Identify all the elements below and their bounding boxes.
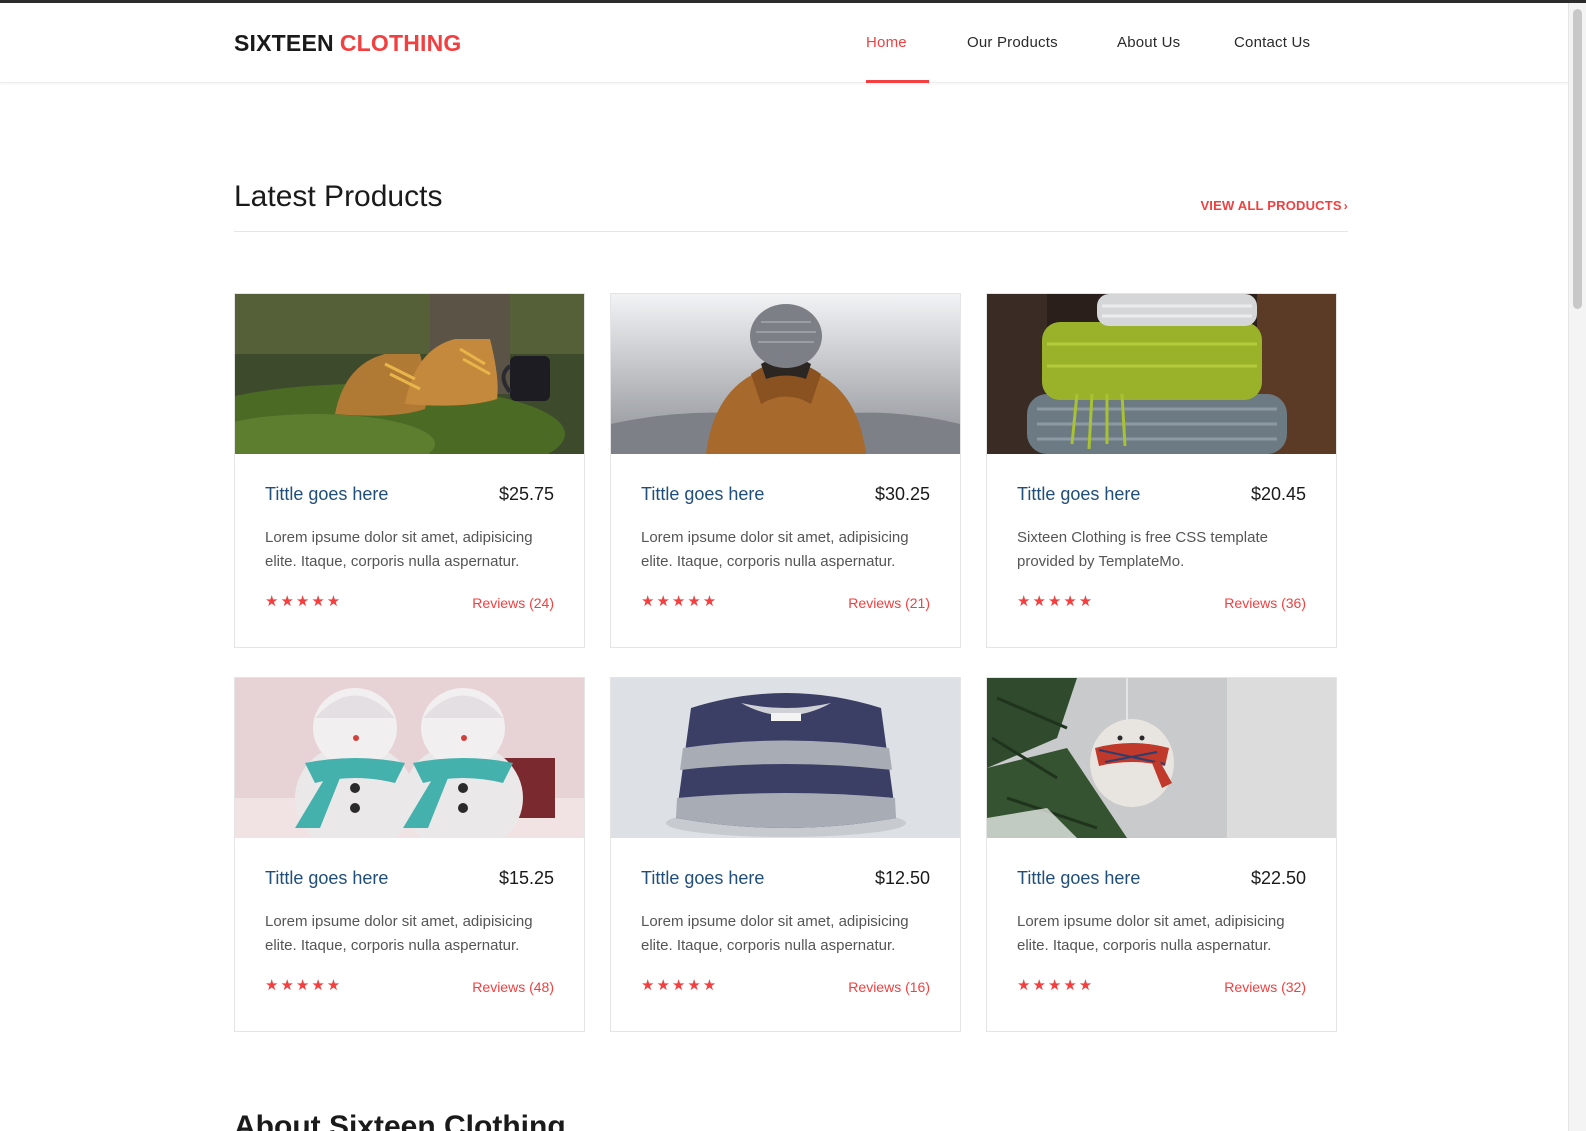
product-reviews: Reviews (36): [1224, 595, 1306, 611]
product-description: Lorem ipsume dolor sit amet, adipisicing…: [641, 529, 909, 570]
product-description: Lorem ipsume dolor sit amet, adipisicing…: [265, 913, 533, 954]
product-card[interactable]: Tittle goes here $15.25 Lorem ipsume dol…: [234, 677, 585, 1032]
nav-our-products[interactable]: Our Products: [967, 34, 1058, 51]
product-description: Lorem ipsume dolor sit amet, adipisicing…: [265, 529, 533, 570]
striped-sweater-icon[interactable]: [611, 678, 960, 838]
main-nav: Home Our Products About Us Contact Us: [0, 3, 1568, 83]
product-title[interactable]: Tittle goes here: [1017, 868, 1140, 889]
scrollbar-thumb[interactable]: [1573, 9, 1582, 309]
product-reviews: Reviews (16): [848, 979, 930, 995]
product-price: $15.25: [498, 868, 554, 888]
star-rating-icon: ★★★★★: [1017, 977, 1095, 994]
site-header: SIXTEEN CLOTHING Home Our Products About …: [0, 3, 1568, 83]
nav-home[interactable]: Home: [866, 34, 907, 51]
star-rating-icon: ★★★★★: [641, 977, 719, 994]
section-title: Latest Products: [234, 180, 443, 213]
boots-icon[interactable]: [235, 294, 584, 454]
ornament-icon[interactable]: [987, 678, 1336, 838]
product-reviews: Reviews (48): [472, 979, 554, 995]
product-price: $12.50: [874, 868, 930, 888]
about-section-title: About Sixteen Clothing: [234, 1110, 566, 1131]
product-description: Lorem ipsume dolor sit amet, adipisicing…: [1017, 913, 1285, 954]
product-description: Lorem ipsume dolor sit amet, adipisicing…: [641, 913, 909, 954]
product-description: Sixteen Clothing is free CSS template pr…: [1017, 529, 1268, 570]
snowmen-icon[interactable]: [235, 678, 584, 838]
star-rating-icon: ★★★★★: [265, 977, 343, 994]
nav-about-us[interactable]: About Us: [1117, 34, 1180, 51]
product-card[interactable]: Tittle goes here $20.45 Sixteen Clothing…: [986, 293, 1337, 648]
product-price: $20.45: [1250, 484, 1306, 504]
page: SIXTEEN CLOTHING Home Our Products About …: [0, 0, 1586, 1131]
view-all-label: VIEW ALL PRODUCTS: [1200, 198, 1342, 213]
hooded-person-icon[interactable]: [611, 294, 960, 454]
product-title[interactable]: Tittle goes here: [641, 484, 764, 505]
star-rating-icon: ★★★★★: [641, 593, 719, 610]
product-reviews: Reviews (21): [848, 595, 930, 611]
view-all-products-link[interactable]: VIEW ALL PRODUCTS ›: [1200, 198, 1348, 213]
product-card[interactable]: Tittle goes here $12.50 Lorem ipsume dol…: [610, 677, 961, 1032]
page-scrollbar[interactable]: [1568, 3, 1586, 1131]
product-title[interactable]: Tittle goes here: [1017, 484, 1140, 505]
product-title[interactable]: Tittle goes here: [641, 868, 764, 889]
product-title[interactable]: Tittle goes here: [265, 484, 388, 505]
product-price: $22.50: [1250, 868, 1306, 888]
product-card[interactable]: Tittle goes here $22.50 Lorem ipsume dol…: [986, 677, 1337, 1032]
product-title[interactable]: Tittle goes here: [265, 868, 388, 889]
star-rating-icon: ★★★★★: [1017, 593, 1095, 610]
nav-contact-us[interactable]: Contact Us: [1234, 34, 1310, 51]
product-card[interactable]: Tittle goes here $25.75 Lorem ipsume dol…: [234, 293, 585, 648]
product-card[interactable]: Tittle goes here $30.25 Lorem ipsume dol…: [610, 293, 961, 648]
folded-scarves-icon[interactable]: [987, 294, 1336, 454]
product-price: $25.75: [498, 484, 554, 504]
star-rating-icon: ★★★★★: [265, 593, 343, 610]
section-divider: [234, 231, 1348, 232]
product-reviews: Reviews (24): [472, 595, 554, 611]
product-reviews: Reviews (32): [1224, 979, 1306, 995]
chevron-right-icon: ›: [1343, 199, 1348, 213]
nav-active-indicator: [866, 80, 929, 83]
product-price: $30.25: [874, 484, 930, 504]
